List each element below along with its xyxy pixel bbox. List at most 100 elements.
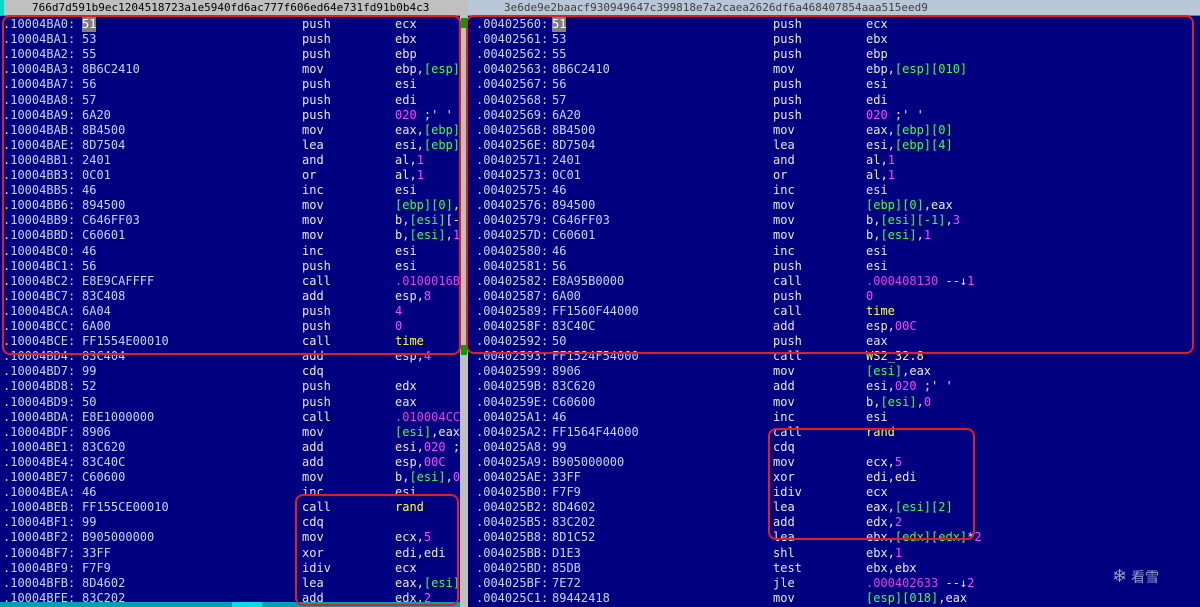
disasm-row[interactable]: .00402562: 55 push ebp	[468, 47, 1200, 62]
watermark-text: 看雪	[1131, 570, 1160, 586]
disasm-row[interactable]: .10004BBD: C60601 mov b,[esi],1	[0, 228, 460, 243]
disasm-row[interactable]: .00402579: C646FF03 mov b,[esi][-1],3	[468, 213, 1200, 228]
address: .00402576:	[476, 198, 549, 213]
pane-splitter[interactable]	[460, 0, 468, 607]
disasm-row[interactable]: .10004BB6: 894500 mov [ebp][0],	[0, 198, 460, 213]
disasm-row[interactable]: .10004BD9: 50 push eax	[0, 395, 460, 410]
disasm-row[interactable]: .10004BDF: 8906 mov [esi],eax	[0, 425, 460, 440]
disasm-row[interactable]: .004025C1: 89442418 mov [esp][018],eax	[468, 591, 1200, 606]
disasm-row[interactable]: .10004BC1: 56 push esi	[0, 259, 460, 274]
disasm-row[interactable]: .004025A9: B905000000 mov ecx,5	[468, 455, 1200, 470]
disasm-row[interactable]: .10004BF9: F7F9 idiv ecx	[0, 561, 460, 576]
disasm-row[interactable]: .0040256E: 8D7504 lea esi,[ebp][4]	[468, 138, 1200, 153]
disasm-row[interactable]: .004025A8: 99 cdq	[468, 440, 1200, 455]
address: .004025B0:	[476, 485, 549, 500]
disasm-row[interactable]: .00402576: 894500 mov [ebp][0],eax	[468, 198, 1200, 213]
disasm-row[interactable]: .10004BA0: 51 push ecx	[0, 17, 460, 32]
disasm-row[interactable]: .10004BD8: 52 push edx	[0, 379, 460, 394]
disasm-row[interactable]: .10004BE1: 83C620 add esi,020 ;	[0, 440, 460, 455]
address: .0040259B:	[476, 379, 549, 394]
disasm-row[interactable]: .00402567: 56 push esi	[468, 77, 1200, 92]
disasm-row[interactable]: .0040256B: 8B4500 mov eax,[ebp][0]	[468, 123, 1200, 138]
disasm-row[interactable]: .00402582: E8A95B0000 call .000408130 --↓1	[468, 274, 1200, 289]
address: .00402593:	[476, 349, 549, 364]
disasm-row[interactable]: .004025A2: FF1564F44000 call rand	[468, 425, 1200, 440]
address: .00402581:	[476, 258, 549, 273]
disasm-row[interactable]: .10004BC2: E8E9CAFFFF call .0100016B0	[0, 274, 460, 289]
disasm-row[interactable]: .004025A1: 46 inc esi	[468, 410, 1200, 425]
disasm-row[interactable]: .00402599: 8906 mov [esi],eax	[468, 364, 1200, 379]
disasm-row[interactable]: .00402568: 57 push edi	[468, 93, 1200, 108]
disasm-row[interactable]: .00402573: 0C01 or al,1	[468, 168, 1200, 183]
disasm-row[interactable]: .00402593: FF1524F54000 call WS2_32.8	[468, 349, 1200, 364]
disasm-row[interactable]: .10004BA9: 6A20 push 020 ;' '	[0, 108, 460, 123]
disasm-row[interactable]: .004025BD: 85DB test ebx,ebx	[468, 561, 1200, 576]
disasm-row[interactable]: .00402575: 46 inc esi	[468, 183, 1200, 198]
disasm-row[interactable]: .004025B8: 8D1C52 lea ebx,[edx][edx]*2	[468, 530, 1200, 545]
disasm-row[interactable]: .00402592: 50 push eax	[468, 334, 1200, 349]
disasm-row[interactable]: .004025B0: F7F9 idiv ecx	[468, 485, 1200, 500]
disasm-row[interactable]: .10004BEB: FF155CE00010 call rand	[0, 500, 460, 515]
disasm-row[interactable]: .10004BA1: 53 push ebx	[0, 32, 460, 47]
address: .00402562:	[476, 47, 549, 62]
disasm-row[interactable]: .10004BA2: 55 push ebp	[0, 47, 460, 62]
opcode-bytes: 83C404	[82, 349, 126, 364]
disasm-row[interactable]: .10004BE7: C60600 mov b,[esi],0	[0, 470, 460, 485]
disasm-row[interactable]: .10004BB9: C646FF03 mov b,[esi][-	[0, 213, 460, 228]
disasm-row[interactable]: .10004BB1: 2401 and al,1	[0, 153, 460, 168]
disasm-row[interactable]: .10004BD7: 99 cdq	[0, 364, 460, 379]
opcode-bytes: 50	[82, 394, 97, 409]
scroll-thumb[interactable]	[232, 602, 262, 607]
disasm-row[interactable]: .10004BE4: 83C40C add esp,00C	[0, 455, 460, 470]
mnemonic: push	[302, 92, 331, 107]
disasm-row[interactable]: .10004BCC: 6A00 push 0	[0, 319, 460, 334]
disasm-row[interactable]: .0040259B: 83C620 add esi,020 ;' '	[468, 379, 1200, 394]
disasm-row[interactable]: .004025AE: 33FF xor edi,edi	[468, 470, 1200, 485]
disasm-row[interactable]: .00402561: 53 push ebx	[468, 32, 1200, 47]
disasm-row[interactable]: .10004BAE: 8D7504 lea esi,[ebp]	[0, 138, 460, 153]
disasm-row[interactable]: .10004BA8: 57 push edi	[0, 93, 460, 108]
operands: esi	[866, 183, 888, 198]
disasm-row[interactable]: .10004BF7: 33FF xor edi,edi	[0, 546, 460, 561]
address: .0040258F:	[476, 319, 549, 333]
disasm-row[interactable]: .004025B5: 83C202 add edx,2	[468, 515, 1200, 530]
disasm-row[interactable]: .00402581: 56 push esi	[468, 259, 1200, 274]
left-disasm-pane[interactable]: 766d7d591b9ec1204518723a1e5940fd6ac777f6…	[0, 0, 460, 607]
disasm-row[interactable]: .00402560: 51 push ecx	[468, 17, 1200, 32]
mnemonic: inc	[773, 243, 795, 258]
disasm-row[interactable]: .10004BB3: 0C01 or al,1	[0, 168, 460, 183]
disasm-row[interactable]: .00402563: 8B6C2410 mov ebp,[esp][010]	[468, 62, 1200, 77]
disasm-row[interactable]: .10004BDA: E8E1000000 call .010004CC0	[0, 410, 460, 425]
disasm-row[interactable]: .0040259E: C60600 mov b,[esi],0	[468, 395, 1200, 410]
operands: b,[esi],1	[866, 228, 932, 243]
disasm-row[interactable]: .10004BEA: 46 inc esi	[0, 485, 460, 500]
address: .00402568:	[476, 92, 549, 107]
disasm-row[interactable]: .10004BCE: FF1554E00010 call time	[0, 334, 460, 349]
mnemonic: mov	[773, 62, 795, 77]
disasm-row[interactable]: .10004BAB: 8B4500 mov eax,[ebp]	[0, 123, 460, 138]
disasm-row[interactable]: .10004BB5: 46 inc esi	[0, 183, 460, 198]
disasm-row[interactable]: .10004BA3: 8B6C2410 mov ebp,[esp]	[0, 62, 460, 77]
address: .10004BFB:	[3, 575, 76, 590]
disasm-row[interactable]: .00402587: 6A00 push 0	[468, 289, 1200, 304]
disasm-row[interactable]: .10004BF1: 99 cdq	[0, 515, 460, 530]
right-disasm-pane[interactable]: 3e6de9e2baacf930949647c399818e7a2caea262…	[468, 0, 1200, 607]
disasm-row[interactable]: .00402571: 2401 and al,1	[468, 153, 1200, 168]
horizontal-scrollbar[interactable]	[0, 602, 460, 607]
disasm-row[interactable]: .004025BF: 7E72 jle .000402633 --↓2	[468, 576, 1200, 591]
disasm-row[interactable]: .10004BCA: 6A04 push 4	[0, 304, 460, 319]
disasm-row[interactable]: .10004BD4: 83C404 add esp,4	[0, 349, 460, 364]
disasm-row[interactable]: .10004BC0: 46 inc esi	[0, 244, 460, 259]
disasm-row[interactable]: .0040258F: 83C40C add esp,00C	[468, 319, 1200, 334]
disasm-row[interactable]: .10004BF2: B905000000 mov ecx,5	[0, 530, 460, 545]
disasm-row[interactable]: .10004BFB: 8D4602 lea eax,[esi]	[0, 576, 460, 591]
disasm-row[interactable]: .10004BC7: 83C408 add esp,8	[0, 289, 460, 304]
disasm-row[interactable]: .0040257D: C60601 mov b,[esi],1	[468, 228, 1200, 243]
disasm-row[interactable]: .00402589: FF1560F44000 call time	[468, 304, 1200, 319]
disasm-row[interactable]: .004025BB: D1E3 shl ebx,1	[468, 546, 1200, 561]
disasm-row[interactable]: .00402569: 6A20 push 020 ;' '	[468, 108, 1200, 123]
opcode-bytes: 53	[82, 32, 97, 47]
disasm-row[interactable]: .00402580: 46 inc esi	[468, 244, 1200, 259]
disasm-row[interactable]: .004025B2: 8D4602 lea eax,[esi][2]	[468, 500, 1200, 515]
disasm-row[interactable]: .10004BA7: 56 push esi	[0, 77, 460, 92]
